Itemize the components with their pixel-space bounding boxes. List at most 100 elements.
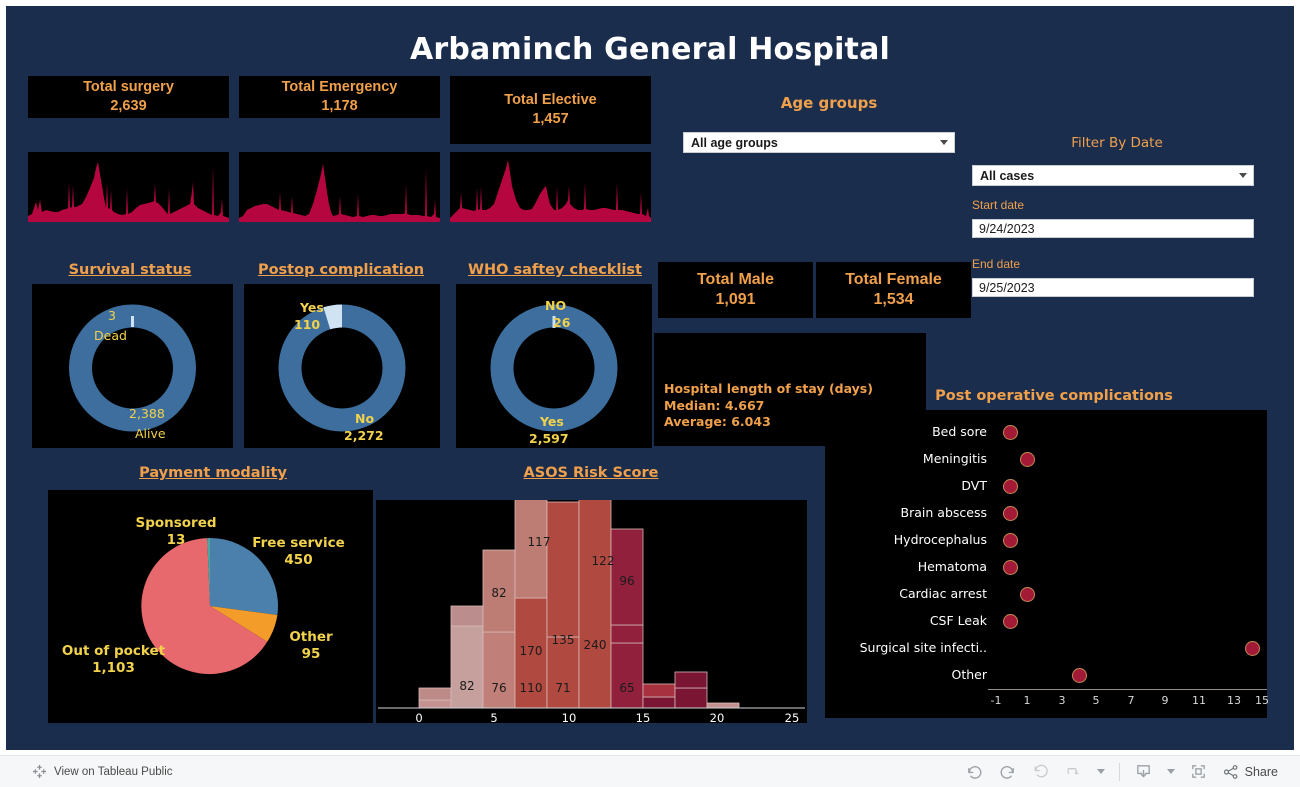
- survival-alive-label: Alive: [135, 426, 166, 441]
- start-date-label: Start date: [972, 198, 1025, 212]
- dotplot-category-dvt: DVT: [961, 478, 987, 493]
- share-icon: [1222, 763, 1240, 781]
- who-yes-label: Yes: [540, 414, 564, 429]
- pie-label-free-service: Free service 450: [231, 535, 366, 569]
- svg-text:82: 82: [491, 586, 506, 600]
- dotplot-point-csf-leak[interactable]: [1003, 614, 1018, 629]
- share-button[interactable]: Share: [1222, 763, 1278, 781]
- payment-modality-panel[interactable]: Sponsored 13 Free service 450 Other 95 O…: [48, 490, 373, 723]
- pie-label-value: 450: [284, 551, 313, 568]
- refresh-dropdown-caret-icon[interactable]: [1096, 769, 1105, 774]
- dotplot-point-dvt[interactable]: [1003, 479, 1018, 494]
- dotplot-tick--1: -1: [990, 694, 1002, 707]
- asos-tick-15: 15: [635, 711, 651, 725]
- footer-toolbar: View on Tableau Public Share: [0, 755, 1300, 787]
- dotplot-tick-7: 7: [1127, 694, 1135, 707]
- age-group-select[interactable]: All age groups: [683, 132, 955, 153]
- who-checklist-title: WHO saftey checklist: [468, 262, 642, 278]
- dotplot-category-hematoma: Hematoma: [917, 559, 987, 574]
- view-on-tableau-public-button[interactable]: View on Tableau Public: [32, 764, 173, 779]
- page-title: Arbaminch General Hospital: [409, 32, 891, 67]
- kpi-value: 1,178: [321, 98, 358, 114]
- svg-text:76: 76: [491, 681, 506, 695]
- download-dropdown-caret-icon[interactable]: [1166, 769, 1175, 774]
- age-group-select-value: All age groups: [691, 135, 778, 150]
- dashboard-canvas: Arbaminch General Hospital Total surgery…: [6, 6, 1294, 750]
- who-yes-value: 2,597: [529, 431, 569, 446]
- asos-bar-label-122: 122: [591, 554, 615, 568]
- kpi-value: 1,534: [873, 291, 914, 308]
- toolbar-separator: [1118, 762, 1120, 781]
- pie-label-value: 95: [301, 645, 321, 662]
- pie-label-other: Other 95: [266, 629, 356, 663]
- pie-label-value: 13: [166, 531, 186, 548]
- sparkline-total-elective[interactable]: [450, 152, 651, 222]
- dotplot-point-hematoma[interactable]: [1003, 560, 1018, 575]
- screen-root: Arbaminch General Hospital Total surgery…: [0, 0, 1300, 787]
- survival-status-donut: [69, 304, 196, 432]
- post-op-complications-panel[interactable]: Bed sore Meningitis DVT Brain abscess Hy…: [825, 410, 1269, 718]
- dotplot-axis-line: [988, 689, 1267, 690]
- kpi-label: Total surgery: [83, 79, 174, 96]
- kpi-value: 2,639: [110, 98, 147, 114]
- pie-label-value: 1,103: [92, 659, 135, 676]
- survival-status-panel[interactable]: 3 Dead 2,388 Alive: [32, 284, 233, 448]
- kpi-total-elective[interactable]: Total Elective 1,457: [450, 76, 651, 144]
- svg-text:110: 110: [520, 681, 543, 695]
- end-date-input[interactable]: 9/25/2023: [972, 278, 1254, 297]
- sparkline-svg: [28, 162, 229, 222]
- redo-icon[interactable]: [998, 762, 1017, 781]
- fullscreen-icon[interactable]: [1189, 762, 1208, 781]
- pie-label-out-of-pocket: Out of pocket 1,103: [46, 643, 181, 677]
- who-checklist-panel[interactable]: NO 26 Yes 2,597: [456, 284, 652, 448]
- survival-status-title: Survival status: [68, 262, 192, 278]
- kpi-total-female[interactable]: Total Female 1,534: [816, 262, 971, 318]
- sparkline-total-emergency[interactable]: [239, 152, 440, 222]
- age-groups-heading: Age groups: [780, 94, 878, 112]
- postop-complication-panel[interactable]: Yes 110 No 2,272: [244, 284, 440, 448]
- svg-text:65: 65: [619, 681, 634, 695]
- svg-text:135: 135: [552, 633, 575, 647]
- pie-label-name: Sponsored: [135, 515, 217, 531]
- dotplot-point-hydrocephalus[interactable]: [1003, 533, 1018, 548]
- start-date-input[interactable]: 9/24/2023: [972, 219, 1254, 238]
- revert-icon[interactable]: [1031, 762, 1050, 781]
- postop-complication-title: Postop complication: [257, 262, 425, 278]
- dotplot-point-brain-abscess[interactable]: [1003, 506, 1018, 521]
- kpi-total-surgery[interactable]: Total surgery 2,639: [28, 76, 229, 118]
- date-mode-select[interactable]: All cases: [972, 165, 1254, 186]
- kpi-value: 1,457: [532, 111, 569, 127]
- svg-text:71: 71: [555, 681, 570, 695]
- dotplot-point-cardiac-arrest[interactable]: [1020, 587, 1035, 602]
- pie-label-name: Free service: [252, 535, 345, 551]
- kpi-label: Total Female: [845, 270, 942, 288]
- dotplot-point-other[interactable]: [1072, 668, 1087, 683]
- who-no-value: 26: [553, 315, 571, 330]
- asos-tick-20: 20: [709, 711, 725, 725]
- dotplot-point-surgical-site[interactable]: [1245, 641, 1260, 656]
- asos-histogram-svg: 82 76 82 110 170 71 135 240 65 96: [378, 500, 805, 709]
- download-icon[interactable]: [1134, 762, 1153, 781]
- dotplot-category-bed-sore: Bed sore: [932, 424, 987, 439]
- svg-text:82: 82: [459, 679, 474, 693]
- dotplot-point-bed-sore[interactable]: [1003, 425, 1018, 440]
- toolbar-actions: Share: [965, 762, 1278, 781]
- postop-no-label: No: [355, 411, 375, 426]
- refresh-icon[interactable]: [1064, 762, 1083, 781]
- dotplot-category-hydrocephalus: Hydrocephalus: [893, 532, 987, 547]
- kpi-label: Total Elective: [504, 92, 597, 109]
- kpi-total-emergency[interactable]: Total Emergency 1,178: [239, 76, 440, 118]
- sparkline-total-surgery[interactable]: [28, 152, 229, 222]
- survival-dead-label: Dead: [94, 328, 127, 343]
- svg-text:96: 96: [619, 574, 634, 588]
- asos-risk-score-panel[interactable]: 82 76 82 110 170 71 135 240 65 96 0 5 10…: [376, 500, 807, 725]
- undo-icon[interactable]: [965, 762, 984, 781]
- dotplot-point-meningitis[interactable]: [1020, 452, 1035, 467]
- kpi-label: Total Emergency: [281, 79, 398, 96]
- sparkline-svg: [450, 160, 651, 222]
- date-mode-select-value: All cases: [980, 168, 1035, 183]
- tableau-logo-icon: [32, 764, 47, 779]
- payment-modality-title: Payment modality: [139, 465, 287, 481]
- kpi-total-male[interactable]: Total Male 1,091: [658, 262, 813, 318]
- survival-dead-value: 3: [108, 308, 116, 323]
